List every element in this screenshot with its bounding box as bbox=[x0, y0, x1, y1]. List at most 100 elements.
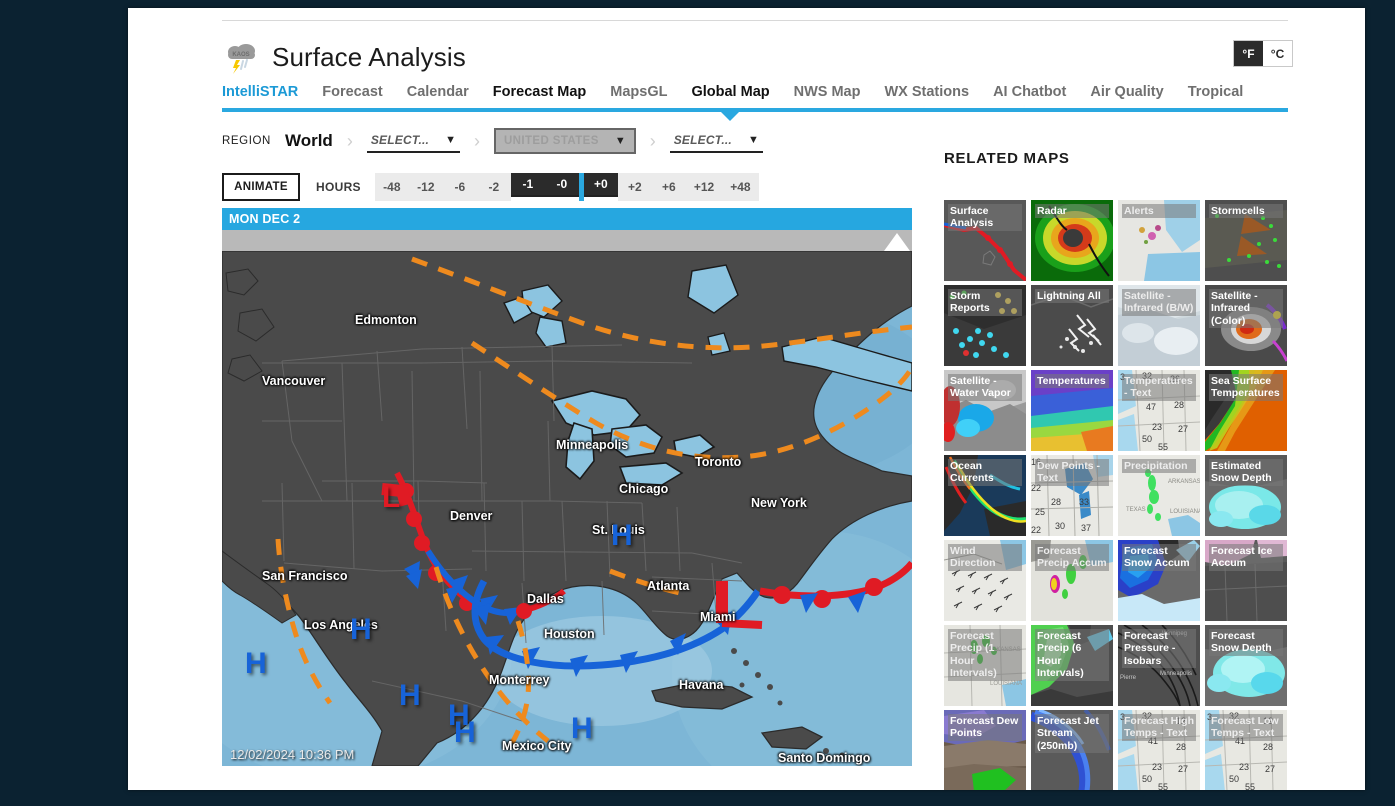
related-map-thumb-forecast-low-temps-text[interactable]: 33212412823275055Forecast Low Temps - Te… bbox=[1205, 710, 1287, 790]
related-map-thumb-storm-reports[interactable]: Storm Reports bbox=[944, 285, 1026, 366]
related-map-thumb-forecast-snow-accum[interactable]: Forecast Snow Accum bbox=[1118, 540, 1200, 621]
related-map-thumb-surface-analysis[interactable]: Surface Analysis bbox=[944, 200, 1026, 281]
region-select-3[interactable]: SELECT... ▼ bbox=[669, 129, 763, 153]
hour-offset-plus2[interactable]: +2 bbox=[617, 173, 652, 201]
city-label-vancouver: Vancouver bbox=[262, 374, 326, 388]
nav-item-air-quality[interactable]: Air Quality bbox=[1090, 84, 1163, 100]
related-map-thumb-precipitation[interactable]: ARKANSAS TEXAS LOUISIANA Precipitation bbox=[1118, 455, 1200, 536]
animate-button[interactable]: ANIMATE bbox=[222, 173, 300, 201]
unit-toggle[interactable]: °F °C bbox=[1233, 40, 1293, 67]
related-maps-panel: RELATED MAPS Surface Analysis Radar Alerts… bbox=[944, 150, 1296, 790]
thumb-caption: Forecast Precip Accum bbox=[1035, 544, 1109, 571]
map-scrubber[interactable] bbox=[222, 230, 912, 251]
svg-text:22: 22 bbox=[1031, 525, 1041, 535]
related-map-thumb-forecast-high-temps-text[interactable]: 33212412823275055Forecast High Temps - T… bbox=[1118, 710, 1200, 790]
chevron-down-icon-2: ▼ bbox=[614, 135, 626, 147]
related-map-thumb-satellite-infrared-color[interactable]: Satellite - Infrared (Color) bbox=[1205, 285, 1287, 366]
scrubber-handle[interactable] bbox=[884, 233, 910, 251]
thumb-caption: Forecast Snow Depth bbox=[1209, 629, 1283, 656]
page-title: Surface Analysis bbox=[272, 41, 466, 72]
nav-item-intellistar[interactable]: IntelliSTAR bbox=[222, 84, 298, 100]
hour-offset-strip: -48 -12 -6 -2 -1 -0 +0 +2 +6 +12 +48 bbox=[374, 173, 759, 201]
svg-text:55: 55 bbox=[1158, 782, 1168, 790]
city-label-minneapolis: Minneapolis bbox=[556, 438, 629, 452]
related-map-thumb-satellite-water-vapor[interactable]: Satellite - Water Vapor bbox=[944, 370, 1026, 451]
related-map-thumb-forecast-precip-6-hour-intervals[interactable]: Forecast Precip (6 Hour Intervals) bbox=[1031, 625, 1113, 706]
high-pressure-marker: H bbox=[399, 679, 421, 712]
city-label-havana: Havana bbox=[679, 678, 724, 692]
related-map-thumb-ocean-currents[interactable]: Ocean Currents bbox=[944, 455, 1026, 536]
hour-offset-minus2[interactable]: -2 bbox=[476, 173, 511, 201]
related-map-thumb-forecast-precip-1-hour-intervals[interactable]: ARKANSASLOUISIANAForecast Precip (1 Hour… bbox=[944, 625, 1026, 706]
region-select-2-label: UNITED STATES bbox=[503, 135, 599, 147]
related-map-thumb-wind-direction[interactable]: Wind Direction bbox=[944, 540, 1026, 621]
related-map-thumb-satellite-infrared-b-w[interactable]: Satellite - Infrared (B/W) bbox=[1118, 285, 1200, 366]
nav-item-forecast[interactable]: Forecast bbox=[322, 84, 382, 100]
svg-text:28: 28 bbox=[1174, 400, 1184, 410]
chevron-right-icon-2: › bbox=[473, 130, 480, 151]
svg-text:33: 33 bbox=[1079, 497, 1089, 507]
related-map-thumb-forecast-snow-depth[interactable]: Forecast Snow Depth bbox=[1205, 625, 1287, 706]
hour-offset-minus48[interactable]: -48 bbox=[374, 173, 409, 201]
svg-text:28: 28 bbox=[1176, 742, 1186, 752]
city-label-new-york: New York bbox=[751, 496, 807, 510]
nav-item-global-map[interactable]: Global Map bbox=[691, 84, 769, 100]
high-pressure-marker: H bbox=[571, 712, 593, 745]
region-select-2[interactable]: UNITED STATES ▼ bbox=[493, 128, 636, 154]
related-map-thumb-lightning-all[interactable]: Lightning All bbox=[1031, 285, 1113, 366]
hour-offset-minus6[interactable]: -6 bbox=[442, 173, 477, 201]
related-map-thumb-forecast-precip-accum[interactable]: Forecast Precip Accum bbox=[1031, 540, 1113, 621]
city-label-santo-domingo: Santo Domingo bbox=[778, 751, 871, 765]
thumb-caption: Lightning All bbox=[1035, 289, 1109, 304]
unit-celsius-button[interactable]: °C bbox=[1263, 41, 1292, 66]
hour-offset-minus1[interactable]: -1 bbox=[510, 173, 545, 197]
region-label: REGION bbox=[222, 135, 271, 147]
nav-item-ai-chatbot[interactable]: AI Chatbot bbox=[993, 84, 1066, 100]
thumb-caption: Stormcells bbox=[1209, 204, 1283, 219]
related-map-thumb-dew-points-text[interactable]: 1622283325303722Dew Points - Text bbox=[1031, 455, 1113, 536]
related-map-thumb-estimated-snow-depth[interactable]: Estimated Snow Depth bbox=[1205, 455, 1287, 536]
nav-item-mapsgl[interactable]: MapsGL bbox=[610, 84, 667, 100]
surface-analysis-map[interactable]: Edmonton Vancouver Minneapolis Toronto Chica… bbox=[222, 251, 912, 766]
city-label-houston: Houston bbox=[544, 627, 595, 641]
svg-text:28: 28 bbox=[1051, 497, 1061, 507]
related-map-thumb-sea-surface-temperatures[interactable]: Sea Surface Temperatures bbox=[1205, 370, 1287, 451]
timeline-bar: ANIMATE HOURS -48 -12 -6 -2 -1 -0 +0 +2 +6 +12 +48 bbox=[222, 172, 759, 202]
unit-fahrenheit-button[interactable]: °F bbox=[1234, 41, 1263, 66]
brand: KAOS Surface Analysis bbox=[222, 38, 466, 76]
related-map-thumb-alerts[interactable]: Alerts bbox=[1118, 200, 1200, 281]
thumb-caption: Forecast Pressure - Isobars bbox=[1122, 629, 1196, 669]
related-map-thumb-temperatures-text[interactable]: 33226472823275055Temperatures - Text bbox=[1118, 370, 1200, 451]
chevron-right-icon-1: › bbox=[346, 130, 353, 151]
hour-offset-plus48[interactable]: +48 bbox=[722, 173, 759, 201]
chevron-down-icon-1: ▼ bbox=[445, 134, 456, 146]
thumb-caption: Ocean Currents bbox=[948, 459, 1022, 486]
nav-item-calendar[interactable]: Calendar bbox=[407, 84, 469, 100]
thumb-caption: Estimated Snow Depth bbox=[1209, 459, 1283, 486]
svg-text:55: 55 bbox=[1158, 442, 1168, 451]
nav-item-forecast-map[interactable]: Forecast Map bbox=[493, 84, 586, 100]
hour-offset-minus0[interactable]: -0 bbox=[544, 173, 579, 197]
hour-offset-plus12[interactable]: +12 bbox=[685, 173, 723, 201]
region-select-1[interactable]: SELECT... ▼ bbox=[366, 129, 460, 153]
hour-offset-minus12[interactable]: -12 bbox=[408, 173, 443, 201]
nav-item-tropical[interactable]: Tropical bbox=[1188, 84, 1244, 100]
svg-text:50: 50 bbox=[1142, 774, 1152, 784]
related-maps-heading: RELATED MAPS bbox=[944, 150, 1070, 167]
related-map-thumb-forecast-ice-accum[interactable]: Forecast Ice Accum bbox=[1205, 540, 1287, 621]
related-map-thumb-forecast-pressure-isobars[interactable]: WinnipegMinneapolisPierreForecast Pressu… bbox=[1118, 625, 1200, 706]
svg-text:30: 30 bbox=[1055, 521, 1065, 531]
region-select-3-label: SELECT... bbox=[673, 133, 732, 147]
hour-offset-plus0[interactable]: +0 bbox=[583, 173, 618, 197]
related-map-thumb-temperatures[interactable]: Temperatures bbox=[1031, 370, 1113, 451]
high-pressure-marker: H bbox=[245, 647, 267, 680]
nav-item-nws-map[interactable]: NWS Map bbox=[794, 84, 861, 100]
hour-offset-plus6[interactable]: +6 bbox=[651, 173, 686, 201]
nav-item-wx-stations[interactable]: WX Stations bbox=[884, 84, 969, 100]
related-map-thumb-forecast-dew-points[interactable]: Forecast Dew Points bbox=[944, 710, 1026, 790]
map-date-bar: MON DEC 2 bbox=[222, 208, 912, 230]
thumb-caption: Precipitation bbox=[1122, 459, 1196, 474]
related-map-thumb-radar[interactable]: Radar bbox=[1031, 200, 1113, 281]
related-map-thumb-forecast-jet-stream-250mb[interactable]: Forecast Jet Stream (250mb) bbox=[1031, 710, 1113, 790]
related-map-thumb-stormcells[interactable]: Stormcells bbox=[1205, 200, 1287, 281]
